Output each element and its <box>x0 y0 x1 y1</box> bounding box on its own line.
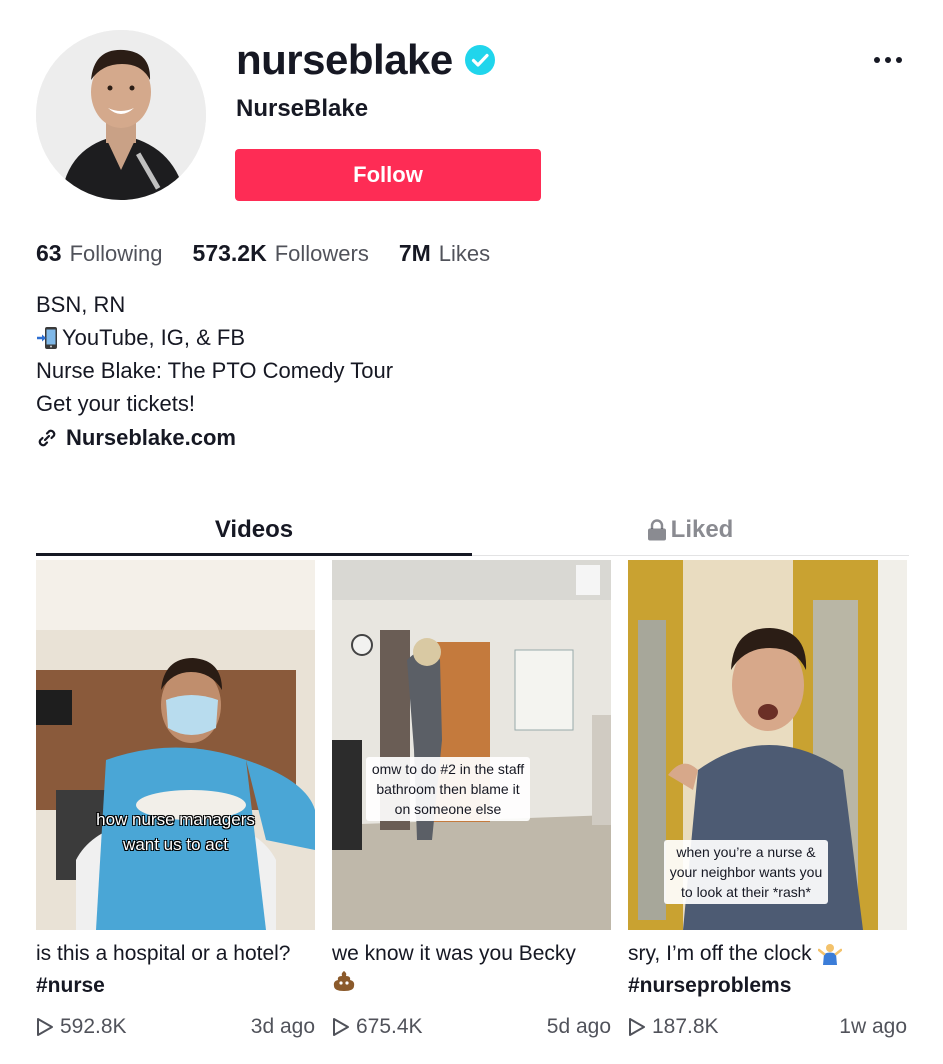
video-age: 1w ago <box>839 1015 907 1038</box>
overlay-line: omw to do #2 in the staff <box>371 761 525 777</box>
video-grid: how nurse managers want us to act is thi… <box>36 560 909 1039</box>
follow-button[interactable]: Follow <box>235 149 541 201</box>
caption-text: sry, I’m off the clock <box>628 942 812 965</box>
more-dots-icon[interactable] <box>868 48 908 72</box>
caption-text: we know it was you Becky <box>332 942 576 965</box>
overlay-line: to look at their *rash* <box>681 884 811 900</box>
view-count: 675.4K <box>332 1015 423 1039</box>
video-meta: 187.8K 1w ago <box>628 1015 907 1039</box>
video-meta: 592.8K 3d ago <box>36 1015 315 1039</box>
avatar-image <box>36 30 206 200</box>
tab-liked[interactable]: Liked <box>472 505 908 555</box>
mobile-phone-arrow-icon <box>37 326 57 349</box>
following-count: 63 <box>36 240 62 266</box>
likes-label: Likes <box>438 241 491 266</box>
video-age: 5d ago <box>546 1015 611 1038</box>
bio-socials-text: YouTube, IG, & FB <box>62 325 246 350</box>
following-stat[interactable]: 63 Following <box>36 240 163 267</box>
video-card[interactable]: omw to do #2 in the staff bathroom then … <box>332 560 611 1039</box>
caption-text: is this a hospital or a hotel? <box>36 942 291 965</box>
bio-line: Nurse Blake: The PTO Comedy Tour <box>36 358 394 383</box>
video-card[interactable]: how nurse managers want us to act is thi… <box>36 560 315 1039</box>
bio-line: BSN, RN <box>36 292 126 317</box>
video-age: 3d ago <box>250 1015 315 1038</box>
profile-tabs: Videos Liked <box>36 505 909 556</box>
caption-hashtag[interactable]: #nurse <box>36 970 315 1002</box>
username: nurseblake <box>236 36 453 83</box>
overlay-line: want us to act <box>123 835 228 854</box>
profile-bio: BSN, RN YouTube, IG, & FB Nurse Blake: T… <box>36 288 393 420</box>
view-count: 592.8K <box>36 1015 127 1039</box>
poop-emoji-icon <box>333 971 355 991</box>
verified-check-icon <box>464 45 495 75</box>
display-name: NurseBlake <box>236 95 369 122</box>
link-icon <box>38 429 56 447</box>
play-icon <box>37 1018 53 1036</box>
video-caption: sry, I’m off the clock #nurseproblems <box>628 938 907 1004</box>
tab-videos[interactable]: Videos <box>36 505 472 555</box>
video-thumbnail-image <box>332 560 611 930</box>
likes-stat: 7M Likes <box>399 240 490 267</box>
caption-line: sry, I’m off the clock <box>628 938 907 970</box>
bio-line-socials: YouTube, IG, & FB <box>36 321 393 354</box>
video-overlay-caption: omw to do #2 in the staff bathroom then … <box>358 757 538 821</box>
view-count-text: 592.8K <box>60 1015 127 1038</box>
username-row: nurseblake <box>236 36 495 84</box>
overlay-line: when you’re a nurse & <box>676 844 816 860</box>
overlay-box: omw to do #2 in the staff bathroom then … <box>365 757 531 821</box>
profile-link-text: Nurseblake.com <box>66 425 236 450</box>
bio-line: Get your tickets! <box>36 391 195 416</box>
profile-avatar[interactable] <box>36 30 206 200</box>
tab-active-indicator <box>36 553 472 556</box>
profile-link[interactable]: Nurseblake.com <box>36 425 236 451</box>
followers-count: 573.2K <box>192 240 267 266</box>
overlay-line: bathroom then blame it <box>376 781 520 797</box>
lock-icon <box>647 519 666 541</box>
shrug-emoji-icon <box>817 944 842 965</box>
caption-emoji <box>332 970 611 1002</box>
view-count: 187.8K <box>628 1015 719 1039</box>
video-thumbnail[interactable]: how nurse managers want us to act <box>36 560 315 930</box>
caption-hashtag[interactable]: #nurseproblems <box>628 970 907 1002</box>
play-icon <box>333 1018 349 1036</box>
video-overlay-caption: when you’re a nurse & your neighbor want… <box>646 840 846 904</box>
view-count-text: 675.4K <box>356 1015 423 1038</box>
video-overlay-caption: how nurse managers want us to act <box>36 807 315 857</box>
play-icon <box>629 1018 645 1036</box>
overlay-line: your neighbor wants you <box>669 864 823 880</box>
overlay-box: when you’re a nurse & your neighbor want… <box>663 840 829 904</box>
following-label: Following <box>69 241 163 266</box>
tab-liked-label: Liked <box>670 516 734 543</box>
followers-label: Followers <box>274 241 369 266</box>
followers-stat[interactable]: 573.2K Followers <box>193 240 369 267</box>
video-meta: 675.4K 5d ago <box>332 1015 611 1039</box>
profile-stats: 63 Following 573.2K Followers 7M Likes <box>36 240 490 267</box>
video-thumbnail[interactable]: omw to do #2 in the staff bathroom then … <box>332 560 611 930</box>
video-card[interactable]: when you’re a nurse & your neighbor want… <box>628 560 907 1039</box>
view-count-text: 187.8K <box>652 1015 719 1038</box>
overlay-line: how nurse managers <box>96 810 255 829</box>
video-thumbnail[interactable]: when you’re a nurse & your neighbor want… <box>628 560 907 930</box>
video-caption: we know it was you Becky <box>332 938 611 1004</box>
video-thumbnail-image <box>36 560 315 930</box>
likes-count: 7M <box>398 240 431 266</box>
overlay-line: on someone else <box>394 801 502 817</box>
video-caption: is this a hospital or a hotel? #nurse <box>36 938 315 1004</box>
